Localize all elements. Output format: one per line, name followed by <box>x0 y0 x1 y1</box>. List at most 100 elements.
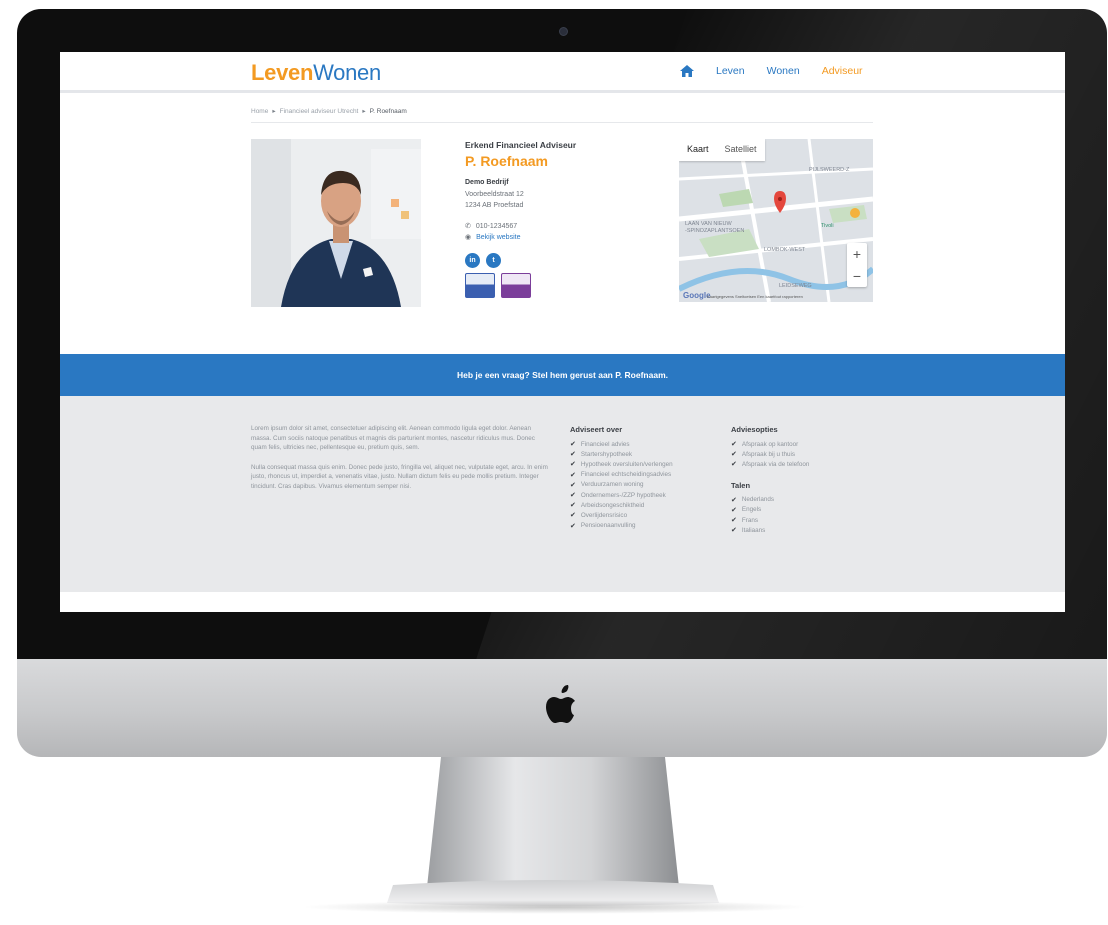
map-type-tabs: Kaart Satelliet <box>679 139 765 161</box>
social-links: in t <box>465 253 655 268</box>
check-icon: ✔ <box>570 492 576 500</box>
list-item: ✔ Italiaans <box>731 525 809 535</box>
map-label: LEIDSEWEG <box>779 283 812 289</box>
linkedin-icon[interactable]: in <box>465 253 480 268</box>
breadcrumb: Home ▸ Financieel adviseur Utrecht ▸ P. Roef… <box>251 107 407 115</box>
list-item: ✔ Arbeidsongeschiktheid <box>570 500 673 510</box>
location-map[interactable]: PIJLSWEERD-Z LAAN VAN NIEUW -SPINOZAPLAN… <box>679 139 873 302</box>
breadcrumb-city[interactable]: Financieel adviseur Utrecht <box>280 108 359 115</box>
home-icon[interactable] <box>680 65 694 77</box>
list-item-label: Startershypotheek <box>580 450 632 458</box>
list-item: ✔ Nederlands <box>731 495 809 505</box>
check-icon: ✔ <box>731 496 737 504</box>
contact-cta-banner[interactable]: Heb je een vraag? Stel hem gerust aan P.… <box>60 354 1065 396</box>
check-icon: ✔ <box>570 512 576 520</box>
zoom-out-button[interactable]: − <box>847 265 867 287</box>
certification-badges <box>465 273 655 298</box>
list-item: ✔ Engels <box>731 505 809 515</box>
breadcrumb-home[interactable]: Home <box>251 108 268 115</box>
list-item-label: Afspraak op kantoor <box>741 440 799 448</box>
website-link[interactable]: Bekijk website <box>476 234 520 241</box>
list-item: ✔ Startershypotheek <box>570 449 673 459</box>
phone-icon: ✆ <box>465 223 471 230</box>
map-tab-satelliet[interactable]: Satelliet <box>717 139 765 161</box>
advisor-name: P. Roefnaam <box>465 153 548 169</box>
map-canvas[interactable]: PIJLSWEERD-Z LAAN VAN NIEUW -SPINOZAPLAN… <box>679 139 873 302</box>
financial-advisor-badge-icon <box>465 273 495 298</box>
list-item: ✔ Frans <box>731 515 809 525</box>
breadcrumb-current: P. Roefnaam <box>369 108 407 115</box>
check-icon: ✔ <box>570 441 576 449</box>
list-item: ✔ Financieel echtscheidingsadvies <box>570 470 673 480</box>
address: Voorbeeldstraat 12 1234 AB Proefstad <box>465 189 655 211</box>
globe-icon: ◉ <box>465 234 472 241</box>
breadcrumb-divider <box>251 122 873 123</box>
advisor-photo <box>251 139 421 307</box>
imac-stand <box>387 757 719 906</box>
advisor-info: Erkend Financieel Adviseur P. Roefnaam D… <box>465 140 655 298</box>
advisor-role: Erkend Financieel Adviseur <box>465 140 577 150</box>
breadcrumb-separator-icon: ▸ <box>362 108 366 115</box>
breadcrumb-separator-icon: ▸ <box>272 108 276 115</box>
check-icon: ✔ <box>731 527 737 535</box>
website-row[interactable]: ◉ Bekijk website <box>465 233 655 242</box>
twitter-icon[interactable]: t <box>486 253 501 268</box>
check-icon: ✔ <box>570 522 576 530</box>
options-title: Adviesopties <box>731 425 778 434</box>
check-icon: ✔ <box>570 502 576 510</box>
list-item: ✔ Afspraak via de telefoon <box>731 459 809 469</box>
floor-shadow <box>300 900 810 914</box>
map-label: PIJLSWEERD-Z <box>809 167 850 173</box>
nav-link-leven[interactable]: Leven <box>716 65 745 77</box>
advises-title: Adviseert over <box>570 425 623 434</box>
logo-part-wonen: Wonen <box>313 60 381 85</box>
map-tab-kaart[interactable]: Kaart <box>679 139 717 161</box>
address-city: 1234 AB Proefstad <box>465 202 524 209</box>
check-icon: ✔ <box>570 461 576 469</box>
list-item-label: Overlijdensrisico <box>580 511 628 519</box>
list-item-label: Afspraak via de telefoon <box>741 460 810 468</box>
list-item: ✔ Verduurzamen woning <box>570 480 673 490</box>
options-column: Adviesopties ✔ Afspraak op kantoor ✔ Afspr… <box>731 425 809 535</box>
advises-column: Adviseert over ✔ Financieel advies ✔ Start… <box>570 425 673 531</box>
map-label: LOMBOK-WEST <box>764 247 806 253</box>
about-paragraph: Lorem ipsum dolor sit amet, consectetuer… <box>251 425 535 451</box>
phone-row[interactable]: ✆ 010-1234567 <box>465 222 655 231</box>
main-nav: Leven Wonen Adviseur <box>680 65 885 77</box>
list-item-label: Hypotheek oversluiten/verlengen <box>580 460 673 468</box>
list-item-label: Afspraak bij u thuis <box>741 450 796 458</box>
map-zoom-controls: + − <box>847 243 867 287</box>
list-item-label: Ondernemers-/ZZP hypotheek <box>580 491 666 499</box>
zoom-in-button[interactable]: + <box>847 243 867 265</box>
list-item: ✔ Overlijdensrisico <box>570 510 673 520</box>
pegman-icon[interactable] <box>850 208 860 218</box>
languages-title: Talen <box>731 480 751 490</box>
check-icon: ✔ <box>731 517 737 525</box>
phone-number: 010-1234567 <box>475 222 518 230</box>
list-item-label: Italiaans <box>741 526 766 534</box>
check-icon: ✔ <box>731 461 737 469</box>
nav-link-adviseur[interactable]: Adviseur <box>822 65 863 77</box>
list-item: ✔ Afspraak op kantoor <box>731 439 809 449</box>
list-item-label: Nederlands <box>741 496 775 504</box>
list-item: ✔ Ondernemers-/ZZP hypotheek <box>570 490 673 500</box>
about-paragraph: Nulla consequat massa quis enim. Donec p… <box>251 463 548 490</box>
check-icon: ✔ <box>570 481 576 489</box>
map-label: Tivoli <box>821 223 834 229</box>
about-text: Lorem ipsum dolor sit amet, consectetuer… <box>251 424 551 501</box>
site-header: LevenWonen Leven Wonen Adviseur <box>60 52 1065 93</box>
list-item: ✔ Financieel advies <box>570 439 673 449</box>
nav-link-wonen[interactable]: Wonen <box>767 65 800 77</box>
list-item-label: Verduurzamen woning <box>580 481 644 489</box>
apple-logo-icon <box>546 685 575 723</box>
map-label: -SPINOZAPLANTSOEN <box>685 228 744 234</box>
details-section <box>60 396 1065 592</box>
company-name: Demo Bedrijf <box>465 179 509 186</box>
map-attribution[interactable]: Kaartgegevens Sneltoetsen Een kaartfout … <box>707 294 803 299</box>
list-item-label: Pensioenaanvulling <box>580 522 636 530</box>
logo-part-leven: Leven <box>251 60 314 85</box>
site-logo[interactable]: LevenWonen <box>251 60 381 86</box>
list-item-label: Financieel echtscheidingsadvies <box>580 471 672 479</box>
list-item: ✔ Afspraak bij u thuis <box>731 449 809 459</box>
map-label: LAAN VAN NIEUW <box>685 221 732 227</box>
